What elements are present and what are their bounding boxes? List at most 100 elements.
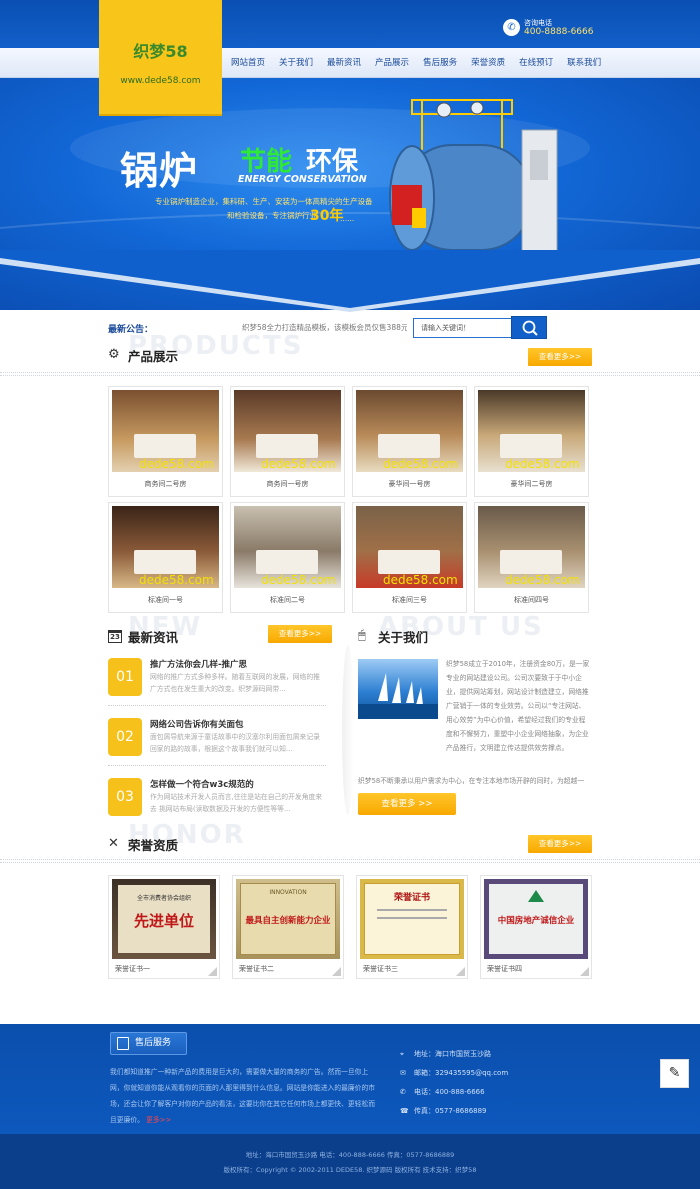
room-image: dede58.com [112,390,219,472]
product-caption[interactable]: 商务间一号房 [234,479,341,489]
mail-icon: ✉ [400,1069,406,1077]
nav-products[interactable]: 产品展示 [368,48,416,78]
product-caption[interactable]: 标准间四号 [478,595,585,605]
service-button[interactable]: 售后服务 [110,1032,187,1055]
news-item[interactable]: 01 推广方法你会几样-推广思 网络的推广方式多种多样。随着互联网的发展，网络的… [108,658,328,708]
cert-top-text: INNOVATION [269,889,307,896]
news-item[interactable]: 02 网络公司告诉你有关面包 面包屑导航来源于童话故事中的汉塞尔利用面包屑来记录… [108,718,328,768]
main-nav: 网站首页 关于我们 最新资讯 产品展示 售后服务 荣誉资质 在线预订 联系我们 [224,48,608,78]
honor-card[interactable]: 荣誉证书 荣誉证书三 [356,875,468,979]
room-image: dede58.com [234,506,341,588]
product-caption[interactable]: 标准间三号 [356,595,463,605]
news-item-title[interactable]: 怎样做一个符合w3c规范的 [150,778,254,790]
product-card[interactable]: dede58.com 商务间二号房 [108,386,223,497]
logo-url: www.dede58.com [120,76,201,86]
about-section-header: ABOUT US 🖱 关于我们 [358,612,588,648]
bed-shape [256,550,318,574]
product-card[interactable]: dede58.com 标准间三号 [352,502,467,613]
bed-shape [500,550,562,574]
nav-honors[interactable]: 荣誉资质 [464,48,512,78]
about-more-button[interactable]: 查看更多 >> [358,793,456,815]
divider [108,705,326,706]
banner-english: ENERGY CONSERVATION [238,174,367,185]
search-button[interactable] [511,316,547,339]
product-card[interactable]: dede58.com 商务间一号房 [230,386,345,497]
logo-name: 织梦58 [133,42,188,61]
footer-bottom [0,1134,700,1189]
divider [108,765,326,766]
product-card[interactable]: dede58.com 豪华间二号房 [474,386,589,497]
edit-icon[interactable]: ✎ [660,1059,689,1088]
banner-desc-2: 和检验设备，专注锅炉行业 [227,211,317,220]
logo[interactable]: 织梦58 www.dede58.com [99,0,222,116]
honor-card[interactable]: 全市消费者协会组织 先进单位 荣誉证书一 [108,875,220,979]
honors-title: 荣誉资质 [128,838,179,853]
products-title: 产品展示 [128,349,179,364]
nav-home[interactable]: 网站首页 [224,48,272,78]
room-image: dede58.com [356,390,463,472]
product-caption[interactable]: 豪华间二号房 [478,479,585,489]
product-card[interactable]: dede58.com 豪华间一号房 [352,386,467,497]
cert-main-text: 中国房地产诚信企业 [497,916,575,926]
honor-card[interactable]: INNOVATION 最具自主创新能力企业 荣誉证书二 [232,875,344,979]
product-caption[interactable]: 标准间一号 [112,595,219,605]
products-section-header: PRODUCTS ⚙ 产品展示 [108,331,308,367]
product-card[interactable]: dede58.com 标准间二号 [230,502,345,613]
news-number: 03 [108,778,142,816]
product-card[interactable]: dede58.com 标准间四号 [474,502,589,613]
honors-more-button[interactable]: 查看更多>> [528,835,592,853]
honor-caption[interactable]: 荣誉证书三 [360,964,464,974]
calendar-icon: 23 [108,630,122,643]
search-input[interactable] [413,318,511,338]
bed-shape [500,434,562,458]
corner-decoration [456,967,465,976]
product-caption[interactable]: 标准间二号 [234,595,341,605]
watermark-text: dede58.com [261,457,336,471]
certificate-image: 全市消费者协会组织 先进单位 [112,879,216,959]
document-icon [117,1037,129,1050]
watermark-text: dede58.com [139,573,214,587]
search-icon [522,320,538,336]
honor-caption[interactable]: 荣誉证书四 [484,964,588,974]
footer-info-line: 地址：海口市国贸玉沙路 电话：400-888-6666 传真：0577-8686… [245,1151,455,1159]
news-item-desc: 网络的推广方式多种多样。随着互联网的发展，网络的推广方式也在发生重大的改变。织梦… [150,673,320,693]
honors-section-header: HONOR ✕ 荣誉资质 [108,820,308,856]
nav-news[interactable]: 最新资讯 [320,48,368,78]
location-icon: ⌖ [400,1050,404,1058]
footer-desc-more[interactable]: 更多>> [146,1116,171,1124]
cert-top-text: 荣誉证书 [393,893,430,903]
mouse-icon: 🖱 [358,628,366,643]
honor-card[interactable]: 中国房地产诚信企业 荣誉证书四 [480,875,592,979]
watermark-text: dede58.com [383,457,458,471]
news-more-button[interactable]: 查看更多>> [268,625,332,643]
contact-phone-text: 电话：400-888-6666 [414,1088,485,1096]
contact-address: ⌖ 地址：海口市国贸玉沙路 [400,1049,491,1059]
product-caption[interactable]: 豪华间一号房 [356,479,463,489]
news-title: 最新资讯 [128,630,179,645]
bed-shape [256,434,318,458]
emblem-icon [528,890,544,902]
honor-caption[interactable]: 荣誉证书一 [112,964,216,974]
product-card[interactable]: dede58.com 标准间一号 [108,502,223,613]
watermark-text: dede58.com [383,573,458,587]
room-image: dede58.com [234,390,341,472]
cert-main-text: 先进单位 [133,912,194,930]
product-caption[interactable]: 商务间二号房 [112,479,219,489]
contact-address-text: 地址：海口市国贸玉沙路 [414,1050,491,1058]
honor-caption[interactable]: 荣誉证书二 [236,964,340,974]
products-more-button[interactable]: 查看更多>> [528,348,592,366]
watermark-text: dede58.com [139,457,214,471]
certificate-image: INNOVATION 最具自主创新能力企业 [236,879,340,959]
about-image [358,659,438,719]
nav-booking[interactable]: 在线预订 [512,48,560,78]
nav-service[interactable]: 售后服务 [416,48,464,78]
nav-contact[interactable]: 联系我们 [560,48,608,78]
news-item-title[interactable]: 网络公司告诉你有关面包 [150,718,244,730]
news-item-desc: 作为网站技术开发人员而言,往往是站在自己的开发角度来去 挑网站布局(读取数据及开… [150,793,323,813]
banner-title-2: 节能 [240,147,293,177]
divider [0,859,700,863]
nav-about[interactable]: 关于我们 [272,48,320,78]
footer-copyright: 版权所有：Copyright © 2002-2011 DEDE58. 织梦源码 … [223,1166,477,1174]
news-item-title[interactable]: 推广方法你会几样-推广思 [150,658,247,670]
bed-shape [134,434,196,458]
